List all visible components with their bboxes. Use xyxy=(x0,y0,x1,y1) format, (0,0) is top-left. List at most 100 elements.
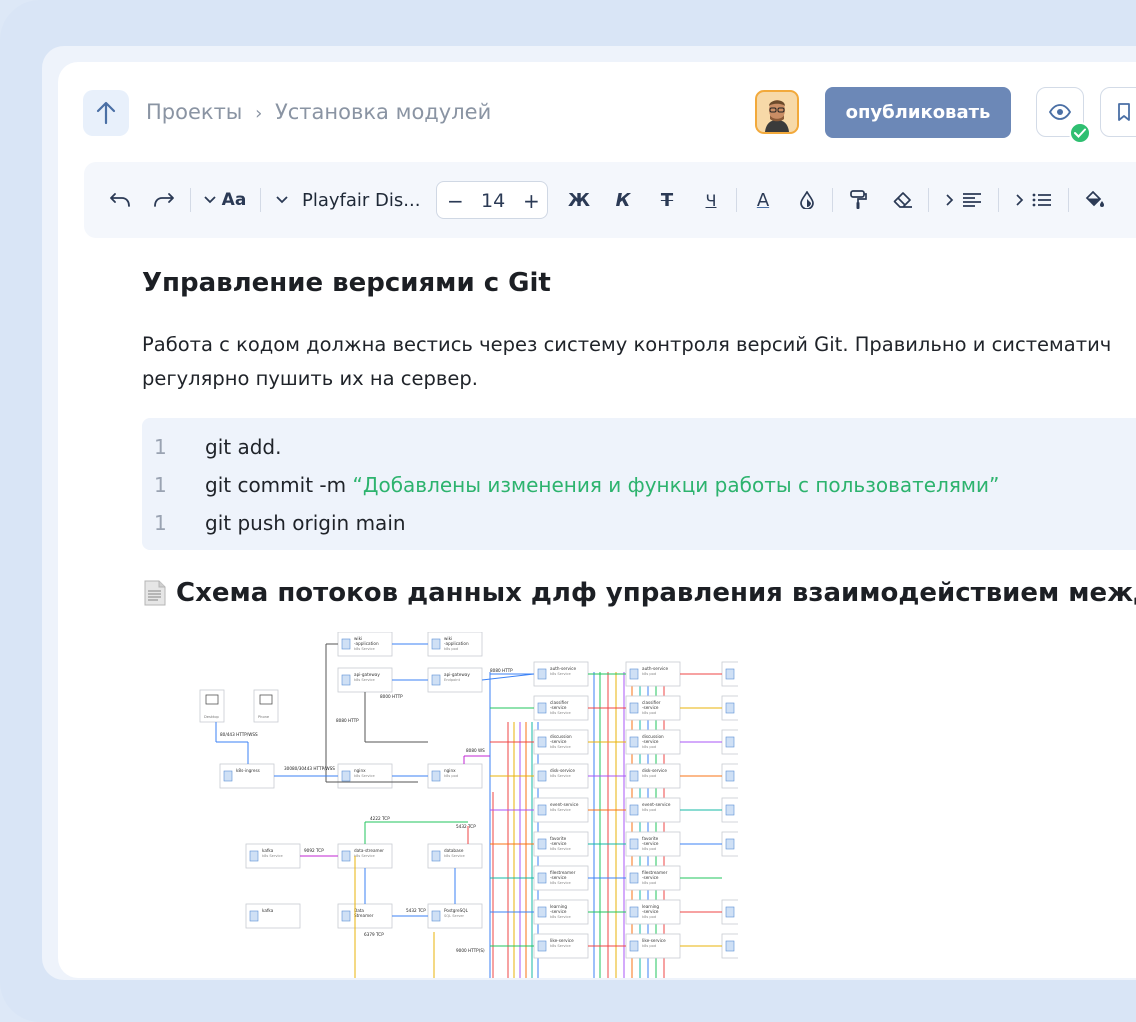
up-arrow-button[interactable] xyxy=(83,90,129,136)
svg-text:PostgreSQL: PostgreSQL xyxy=(444,908,469,913)
document-editor: Проекты › Установка модулей опубликовать xyxy=(58,62,1136,978)
diagram-heading: Схема потоков данных длф управления взаи… xyxy=(142,578,1136,608)
bg-service-node: disk-service-bgk8s pod xyxy=(721,763,777,789)
text-color-button[interactable]: А xyxy=(748,162,778,238)
undo-button[interactable] xyxy=(104,162,136,238)
svg-text:Streamer: Streamer xyxy=(354,913,374,918)
kafka-service-node: kafkak8s Service xyxy=(245,843,301,869)
eye-icon xyxy=(1049,104,1071,120)
svg-text:-service: -service xyxy=(550,705,567,710)
arrow-up-icon xyxy=(96,101,116,125)
fill-color-button[interactable] xyxy=(1080,162,1110,238)
bg-service-node: learning-service-bgk8s pod xyxy=(721,899,779,925)
font-size-value[interactable]: 14 xyxy=(481,190,505,212)
svg-text:-application: -application xyxy=(354,641,379,646)
svg-text:database: database xyxy=(444,848,464,853)
bg-service-node: discussion-service-bgk8s pod xyxy=(721,729,777,755)
diagram-heading-text: Схема потоков данных длф управления взаи… xyxy=(176,578,1136,608)
svg-text:data-streamer: data-streamer xyxy=(354,848,384,853)
svg-text:k8s Service: k8s Service xyxy=(550,711,571,715)
service-pod-node: discussion-servicek8s pod xyxy=(625,729,681,755)
service-node: discussion-servicek8s Service xyxy=(533,729,589,755)
connection-label: 5432 TCP xyxy=(406,908,426,913)
service-node: like-servicek8s Service xyxy=(533,933,589,959)
svg-text:api-gateway: api-gateway xyxy=(354,672,380,677)
font-family-dropdown[interactable]: Playfair Dis... xyxy=(276,162,424,238)
svg-text:nginx: nginx xyxy=(444,768,456,773)
bookmark-button[interactable] xyxy=(1100,87,1136,137)
breadcrumb-item-current: Установка модулей xyxy=(274,100,492,124)
svg-text:k8s Service: k8s Service xyxy=(354,647,375,651)
redo-button[interactable] xyxy=(148,162,180,238)
publish-button[interactable]: опубликовать xyxy=(825,87,1011,138)
service-pod-node: like-servicek8s pod xyxy=(625,933,681,959)
connection-label: 8080 HTTP xyxy=(336,718,359,723)
font-size-stepper[interactable]: − 14 + xyxy=(436,181,548,219)
paint-roller-icon xyxy=(850,190,867,209)
database-service-node: databasek8s Service xyxy=(427,843,483,869)
increase-font-button[interactable]: + xyxy=(523,189,540,213)
clear-format-button[interactable] xyxy=(888,162,918,238)
svg-text:k8s Service: k8s Service xyxy=(550,881,571,885)
bold-button[interactable]: Ж xyxy=(564,162,594,238)
client-node: Phone xyxy=(253,689,279,723)
svg-text:k8s Service: k8s Service xyxy=(444,854,465,858)
svg-text:k8s Service: k8s Service xyxy=(550,745,571,749)
svg-text:k8s pod: k8s pod xyxy=(642,672,656,676)
api-gateway-endpoint-node: api-gatewayEndpoint xyxy=(427,667,483,693)
underline-button[interactable]: Ч xyxy=(696,162,726,238)
align-dropdown[interactable] xyxy=(938,162,990,238)
svg-text:like-service: like-service xyxy=(550,938,574,943)
svg-text:kafka: kafka xyxy=(262,908,274,913)
svg-text:Phone: Phone xyxy=(258,715,270,719)
connection-label: 4222 TCP xyxy=(370,816,390,821)
client-node: Desktop xyxy=(199,689,225,723)
toolbar-divider xyxy=(928,188,929,212)
svg-text:-service: -service xyxy=(642,841,659,846)
svg-text:event-service: event-service xyxy=(642,802,671,807)
format-painter-button[interactable] xyxy=(844,162,874,238)
postgresql-node: PostgreSQLSQL Server xyxy=(427,903,483,929)
font-family-value: Playfair Dis... xyxy=(302,189,421,211)
service-node: auth-servicek8s Service xyxy=(533,661,589,687)
document-icon xyxy=(144,580,166,606)
breadcrumb: Проекты › Установка модулей xyxy=(146,100,491,124)
connection-label: 8080 HTTP xyxy=(490,668,513,673)
service-node: disk-servicek8s Service xyxy=(533,763,589,789)
code-block[interactable]: 1 git add. 1 git commit -m “Добавлены из… xyxy=(142,418,1136,550)
breadcrumb-item-projects[interactable]: Проекты xyxy=(146,100,242,124)
svg-text:auth-service: auth-service xyxy=(550,666,576,671)
ingress-node: k8s-ingress xyxy=(219,763,275,789)
service-node: event-servicek8s Service xyxy=(533,797,589,823)
highlight-button[interactable] xyxy=(792,162,822,238)
svg-text:k8s Service: k8s Service xyxy=(550,847,571,851)
svg-text:-service: -service xyxy=(550,909,567,914)
list-dropdown[interactable] xyxy=(1008,162,1060,238)
user-avatar[interactable] xyxy=(755,90,799,134)
svg-text:k8s Service: k8s Service xyxy=(550,774,571,778)
check-icon xyxy=(1069,122,1091,144)
wiki-service-node: wiki-applicationk8s Service xyxy=(337,631,393,657)
bg-service-node: favorite-service-bgk8s pod xyxy=(721,831,777,857)
text-case-dropdown[interactable]: Aa xyxy=(200,162,250,238)
chevron-right-icon xyxy=(946,194,954,206)
decrease-font-button[interactable]: − xyxy=(447,189,464,213)
strikethrough-button[interactable]: Т xyxy=(652,162,682,238)
service-node: classifier-servicek8s Service xyxy=(533,695,589,721)
svg-text:k8s pod: k8s pod xyxy=(444,774,458,778)
bg-service-node: like-service-bgk8s pod xyxy=(721,933,777,959)
diagram-canvas: auth-servicek8s Serviceauth-service k8s p… xyxy=(199,631,779,978)
bullet-list-icon xyxy=(1032,193,1051,207)
svg-text:k8s Service: k8s Service xyxy=(550,672,571,676)
svg-text:k8s pod: k8s pod xyxy=(444,647,458,651)
undo-icon xyxy=(110,193,130,207)
svg-text:like-service: like-service xyxy=(642,938,666,943)
service-node: filestreamer-servicek8s Service xyxy=(533,865,589,891)
code-string: “Добавлены изменения и функци работы с п… xyxy=(352,473,1000,497)
italic-button[interactable]: К xyxy=(608,162,638,238)
service-node: learning-servicek8s Service xyxy=(533,899,589,925)
svg-text:-service: -service xyxy=(642,705,659,710)
service-pod-node: favorite-servicek8s pod xyxy=(625,831,681,857)
connection-label: 80/443 HTTP/WSS xyxy=(220,732,258,737)
data-streamer-app-node: DataStreamer xyxy=(337,903,393,929)
